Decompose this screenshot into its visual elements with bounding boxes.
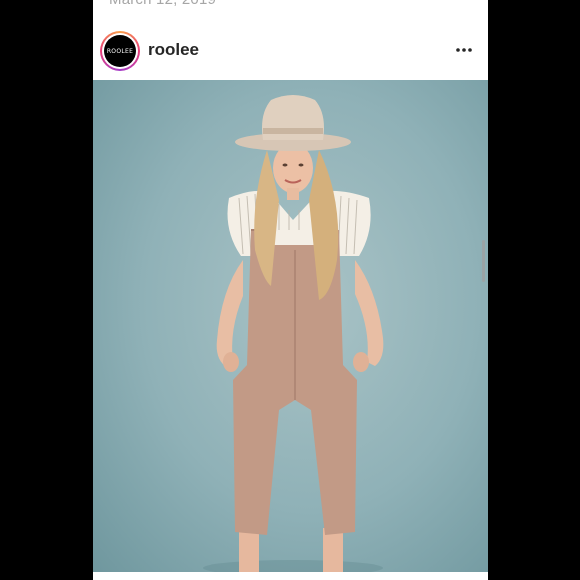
post-footer-strip bbox=[93, 572, 488, 580]
left-arm bbox=[216, 260, 243, 366]
instagram-post-screen: March 12, 2019 ROOLEE roolee bbox=[93, 0, 488, 580]
username-link[interactable]: roolee bbox=[148, 40, 199, 60]
avatar-logo-text: ROOLEE bbox=[106, 47, 134, 55]
post-date: March 12, 2019 bbox=[109, 0, 216, 8]
post-header: ROOLEE roolee bbox=[93, 22, 488, 80]
post-photo[interactable] bbox=[93, 80, 488, 572]
avatar-border: ROOLEE bbox=[102, 33, 138, 69]
photo-illustration bbox=[203, 95, 384, 572]
avatar-logo: ROOLEE bbox=[104, 35, 136, 67]
left-leg bbox=[239, 528, 259, 572]
avatar[interactable]: ROOLEE bbox=[100, 31, 140, 71]
scroll-indicator[interactable] bbox=[482, 240, 485, 282]
more-options-button[interactable] bbox=[452, 40, 476, 60]
more-horizontal-icon bbox=[456, 48, 472, 52]
right-arm bbox=[355, 260, 384, 366]
